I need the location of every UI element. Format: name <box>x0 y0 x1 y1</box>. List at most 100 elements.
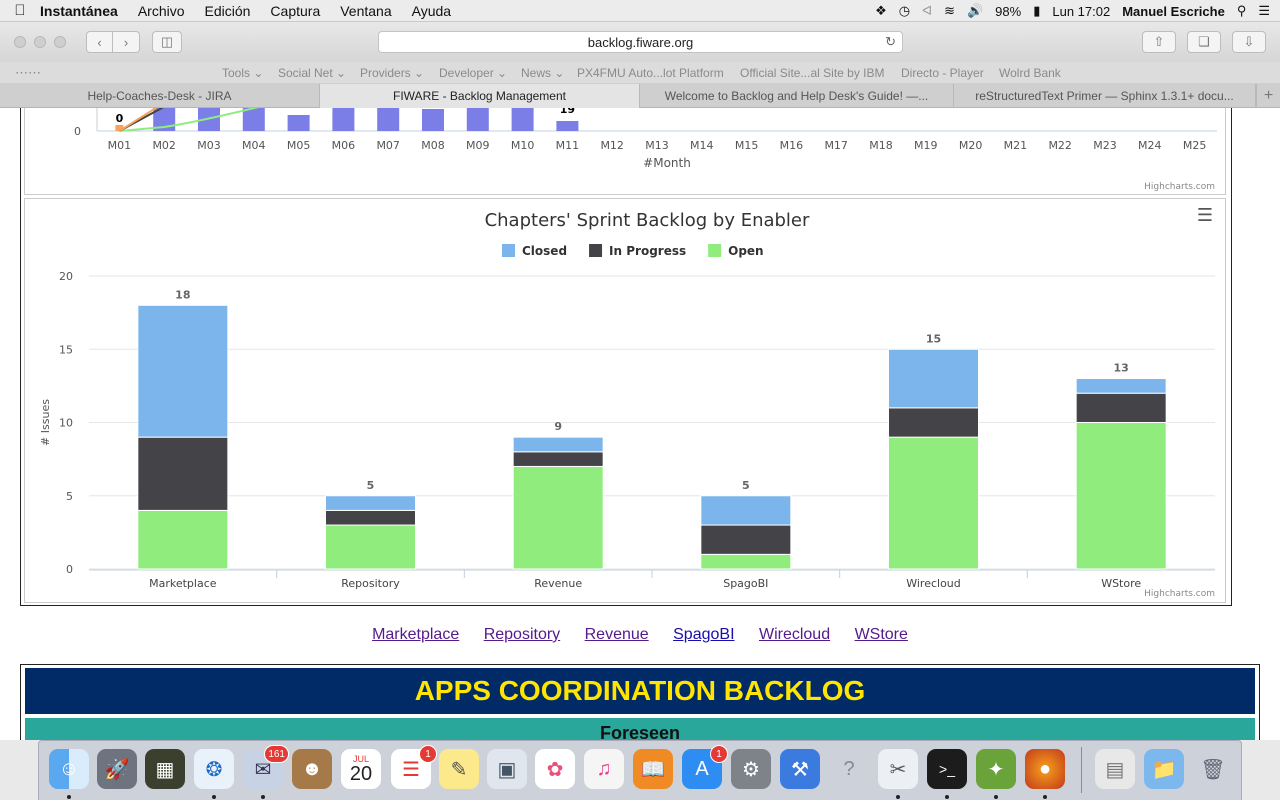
stacked-bar-segment <box>700 553 792 570</box>
calendar-icon[interactable]: JUL 20 <box>341 749 381 789</box>
share-button[interactable]: ⇧ <box>1142 31 1176 53</box>
fav-world-bank[interactable]: Wolrd Bank <box>999 66 1061 80</box>
chart-title: Chapters' Sprint Backlog by Enabler <box>485 210 810 231</box>
fav-tools[interactable]: Tools ⌄ <box>222 66 263 80</box>
firefox-icon[interactable]: ● <box>1025 749 1065 789</box>
pycharm-icon[interactable]: ✦ <box>976 749 1016 789</box>
stacked-bar-segment <box>1075 378 1167 394</box>
menu-ventana[interactable]: Ventana <box>340 3 391 19</box>
link-spagobi[interactable]: SpagoBI <box>673 626 734 643</box>
stacked-bar-segment <box>325 524 416 570</box>
close-window-button[interactable] <box>14 36 26 48</box>
chart-credits: Highcharts.com <box>1144 182 1215 192</box>
sidebar-button[interactable]: ◫ <box>152 31 182 53</box>
pycharm-running-dot <box>994 795 998 799</box>
system-preferences-icon[interactable]: ⚙ <box>731 749 771 789</box>
launchpad-icon[interactable]: 🚀 <box>97 749 137 789</box>
share-icon: ⇧ <box>1153 34 1165 49</box>
grid-icon[interactable]: ⋯⋯ <box>15 65 41 81</box>
back-button[interactable]: ‹ <box>86 31 113 53</box>
trash-icon[interactable]: 🗑 <box>1193 749 1233 789</box>
battery-icon[interactable]: ▮ <box>1033 3 1040 19</box>
fav-news[interactable]: News ⌄ <box>521 66 564 80</box>
link-wirecloud[interactable]: Wirecloud <box>759 626 830 643</box>
zoom-window-button[interactable] <box>54 36 66 48</box>
user-name[interactable]: Manuel Escriche <box>1122 4 1225 19</box>
stacked-bar-segment <box>1075 392 1167 423</box>
x-tick-label: Repository <box>341 577 400 590</box>
fav-developer[interactable]: Developer ⌄ <box>439 66 507 80</box>
monthly-bar <box>377 108 400 131</box>
documents-stack-icon[interactable]: ▤ <box>1095 749 1135 789</box>
new-tab-button[interactable]: + <box>1256 84 1280 108</box>
downloads-button[interactable]: ⇩ <box>1232 31 1266 53</box>
x-tick-label: Revenue <box>534 577 582 590</box>
contacts-icon[interactable]: ☻ <box>292 749 332 789</box>
stacked-bar-segment <box>512 465 604 570</box>
time-machine-icon[interactable]: ◷ <box>899 3 910 19</box>
tabs-icon: ❏ <box>1198 34 1210 49</box>
downloads-folder-icon[interactable]: 📁 <box>1144 749 1184 789</box>
photos-icon[interactable]: ✿ <box>535 749 575 789</box>
bluetooth-icon[interactable]: ᐊ <box>922 3 932 19</box>
safari-icon[interactable]: ❂ <box>194 749 234 789</box>
tab-jira[interactable]: Help-Coaches-Desk - JIRA <box>0 84 320 108</box>
stacked-bar-segment <box>512 451 604 467</box>
fav-social-net[interactable]: Social Net ⌄ <box>278 66 346 80</box>
preview-icon[interactable]: ▣ <box>487 749 527 789</box>
link-revenue[interactable]: Revenue <box>585 626 649 643</box>
apple-icon[interactable]:  <box>0 2 40 19</box>
link-marketplace[interactable]: Marketplace <box>372 626 459 643</box>
x-tick-label: M22 <box>1048 139 1072 152</box>
volume-icon[interactable]: 🔊 <box>967 3 983 19</box>
forward-button[interactable]: › <box>113 31 140 53</box>
itunes-icon[interactable]: ♫ <box>584 749 624 789</box>
xcode-icon[interactable]: ⚒ <box>780 749 820 789</box>
link-wstore[interactable]: WStore <box>855 626 908 643</box>
url-bar[interactable]: backlog.fiware.org ↻ <box>378 31 903 53</box>
reminders-icon[interactable]: ☰ 1 <box>391 745 437 789</box>
y-axis-title: # Issues <box>39 399 52 446</box>
x-tick-label: M19 <box>914 139 938 152</box>
wifi-icon[interactable]: ≋ <box>944 3 955 19</box>
clock[interactable]: Lun 17:02 <box>1052 4 1110 19</box>
app-store-icon[interactable]: A1 <box>682 745 728 789</box>
fav-providers[interactable]: Providers ⌄ <box>360 66 424 80</box>
stacked-bar-segment <box>1075 422 1167 570</box>
grab-icon[interactable]: ✂ <box>878 749 918 789</box>
x-tick-label: M08 <box>421 139 445 152</box>
download-icon: ⇩ <box>1243 34 1255 49</box>
notes-icon[interactable]: ✎ <box>439 749 479 789</box>
menu-edicion[interactable]: Edición <box>205 3 251 19</box>
fav-directo[interactable]: Directo - Player <box>901 66 984 80</box>
ibooks-icon[interactable]: 📖 <box>633 749 673 789</box>
tab-backlog-guide[interactable]: Welcome to Backlog and Help Desk's Guide… <box>640 84 954 108</box>
terminal-icon[interactable]: >_ <box>927 749 967 789</box>
tabs-overview-button[interactable]: ❏ <box>1187 31 1221 53</box>
mail-badge: 161 <box>264 745 289 763</box>
help-icon[interactable]: ? <box>829 749 869 789</box>
mission-control-icon[interactable]: ▦ <box>145 749 185 789</box>
tab-sphinx[interactable]: reStructuredText Primer — Sphinx 1.3.1+ … <box>954 84 1256 108</box>
mail-icon[interactable]: ✉ 161 <box>243 745 289 789</box>
chevron-left-icon: ‹ <box>97 34 102 50</box>
spotlight-icon[interactable]: ⚲ <box>1237 3 1247 19</box>
menu-captura[interactable]: Captura <box>270 3 320 19</box>
menu-ayuda[interactable]: Ayuda <box>412 3 451 19</box>
monthly-bar <box>242 108 265 131</box>
menu-bar:  Instantánea Archivo Edición Captura Ve… <box>0 0 1280 22</box>
dropbox-icon[interactable]: ❖ <box>875 3 887 19</box>
finder-icon[interactable]: ☺ <box>49 749 89 789</box>
menu-app-name[interactable]: Instantánea <box>40 3 118 19</box>
legend-item: In Progress <box>609 244 686 258</box>
fav-ibm[interactable]: Official Site...al Site by IBM <box>740 66 885 80</box>
reload-icon[interactable]: ↻ <box>885 34 896 50</box>
x-tick-label: M25 <box>1183 139 1207 152</box>
fav-px4fmu[interactable]: PX4FMU Auto...lot Platform <box>577 66 724 80</box>
minimize-window-button[interactable] <box>34 36 46 48</box>
notification-center-icon[interactable]: ☰ <box>1258 3 1270 19</box>
menu-archivo[interactable]: Archivo <box>138 3 185 19</box>
tab-fiware-backlog[interactable]: FIWARE - Backlog Management <box>320 84 640 108</box>
link-repository[interactable]: Repository <box>484 626 560 643</box>
monthly-data-label: 33 <box>291 108 306 111</box>
